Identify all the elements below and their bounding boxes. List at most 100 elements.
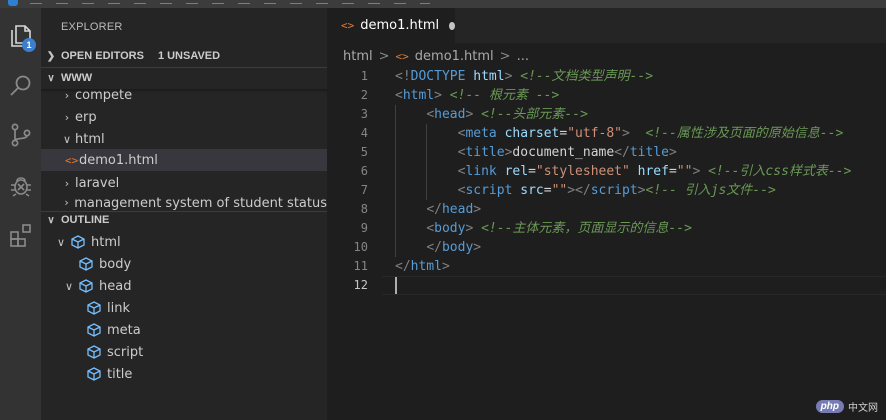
unsaved-badge: 1 — [22, 38, 36, 52]
tree-folder-erp[interactable]: › erp — [41, 106, 327, 128]
code-line[interactable]: 11 </html> — [327, 257, 886, 276]
code-token: body — [434, 221, 466, 236]
code-token: > — [473, 240, 482, 255]
chevron-right-icon: › — [64, 110, 70, 124]
debug-icon[interactable] — [0, 165, 41, 205]
chevron-right-icon: ❯ — [46, 50, 56, 62]
outline-header[interactable]: ∨ OUTLINE — [41, 209, 327, 231]
outline-item-body[interactable]: body — [41, 253, 327, 275]
html-file-icon: <> — [395, 49, 409, 63]
code-token: = — [668, 164, 677, 179]
line-content: </head> — [395, 200, 481, 219]
open-editors-header[interactable]: ❯ OPEN EDITORS 1 UNSAVED — [41, 45, 327, 67]
breadcrumb: html > <> demo1.html > ... — [343, 47, 529, 65]
breadcrumb-file[interactable]: demo1.html — [415, 49, 494, 64]
code-line[interactable]: 7 <script src=""></script><!-- 引入js文件--> — [327, 181, 886, 200]
outline-item-link[interactable]: link — [41, 297, 327, 319]
tree-folder-laravel[interactable]: › laravel — [41, 172, 327, 194]
code-token: title — [465, 145, 505, 160]
chevron-right-icon: › — [64, 88, 70, 102]
line-number: 11 — [353, 259, 368, 273]
code-line[interactable]: 12 — [327, 276, 886, 295]
line-number: 6 — [360, 164, 368, 178]
code-token: charset — [504, 126, 560, 141]
php-logo: php — [815, 400, 844, 413]
symbol-field-icon — [87, 301, 101, 315]
line-number: 9 — [360, 221, 368, 235]
code-line[interactable]: 10 </body> — [327, 238, 886, 257]
symbol-field-icon — [71, 235, 85, 249]
code-token: <!-- 引入js文件--> — [645, 183, 776, 198]
code-token: < — [426, 107, 435, 122]
outline-item-title[interactable]: title — [41, 363, 327, 385]
code-line[interactable]: 9 <body> <!--主体元素，页面显示的信息--> — [327, 219, 886, 238]
line-number: 12 — [353, 278, 368, 292]
code-token: "" — [551, 183, 568, 198]
indent-guide — [426, 143, 428, 162]
indent-guide — [395, 200, 396, 219]
files-icon[interactable]: 1 — [0, 16, 41, 56]
tree-folder-html[interactable]: ∨ html — [41, 128, 327, 150]
code-token: href — [637, 164, 669, 179]
code-token: < — [426, 221, 435, 236]
title-bar — [0, 0, 886, 8]
outline-item-script[interactable]: script — [41, 341, 327, 363]
code-line[interactable]: 3 <head> <!--头部元素--> — [327, 105, 886, 124]
code-line[interactable]: 2 <html> <!-- 根元素 --> — [327, 86, 886, 105]
code-token: rel — [504, 164, 529, 179]
code-token: <!-- 根元素 --> — [449, 88, 560, 103]
code-token: html — [402, 88, 435, 103]
line-content: <script src=""></script><!-- 引入js文件--> — [395, 181, 776, 200]
line-content: <body> <!--主体元素，页面显示的信息--> — [395, 219, 692, 238]
source-control-icon[interactable] — [0, 115, 41, 155]
code-token: <!--主体元素，页面显示的信息--> — [481, 221, 692, 236]
code-line[interactable]: 5 <title>document_name</title> — [327, 143, 886, 162]
unsaved-count: 1 UNSAVED — [157, 50, 221, 62]
search-icon[interactable] — [0, 66, 41, 106]
explorer-title: EXPLORER — [61, 21, 123, 33]
indent-guide — [426, 124, 428, 143]
chevron-right-icon: › — [64, 176, 70, 190]
watermark: php 中文网 — [815, 399, 878, 414]
line-content: </html> — [395, 257, 450, 276]
symbol-field-icon — [87, 367, 101, 381]
tree-folder-compete[interactable]: › compete — [41, 84, 327, 106]
outline-item-head[interactable]: ∨ head — [41, 275, 327, 297]
line-content: </body> — [395, 238, 481, 257]
tab-demo1-html[interactable]: <> demo1.html — [327, 8, 455, 43]
code-line[interactable]: 6 <link rel="stylesheet" href=""> <!--引入… — [327, 162, 886, 181]
outline-item-meta[interactable]: meta — [41, 319, 327, 341]
code-token: "utf-8" — [567, 126, 623, 141]
code-token: document_name — [512, 145, 615, 160]
tree-file-demo1[interactable]: <> demo1.html — [41, 149, 327, 171]
line-content: <!DOCTYPE html> <!--文档类型声明--> — [395, 67, 653, 86]
code-area[interactable]: 1 <!DOCTYPE html> <!--文档类型声明--> 2 <html> <!… — [327, 67, 886, 295]
breadcrumb-folder[interactable]: html — [343, 49, 373, 64]
outline-item-html[interactable]: ∨ html — [41, 231, 327, 253]
code-token: meta — [465, 126, 497, 141]
indent-guide — [395, 105, 396, 124]
code-token: body — [441, 240, 474, 255]
indent-guide — [426, 181, 428, 200]
indent-guide — [426, 162, 428, 181]
title-bar-decoration — [30, 3, 430, 4]
code-token: link — [465, 164, 497, 179]
extensions-icon[interactable] — [0, 215, 41, 255]
code-line[interactable]: 8 </head> — [327, 200, 886, 219]
chevron-down-icon: ∨ — [62, 132, 72, 146]
code-token: > — [473, 202, 482, 217]
activity-bar: 1 — [0, 8, 41, 420]
indent-guide — [395, 162, 396, 181]
html-file-icon: <> — [65, 153, 79, 167]
code-line[interactable]: 4 <meta charset="utf-8"> <!--属性涉及页面的原始信息… — [327, 124, 886, 143]
code-token: head — [434, 107, 466, 122]
unsaved-dot-icon[interactable] — [449, 21, 455, 30]
breadcrumb-separator: > — [378, 48, 390, 64]
code-line[interactable]: 1 <!DOCTYPE html> <!--文档类型声明--> — [327, 67, 886, 86]
sidebar: EXPLORER ❯ OPEN EDITORS 1 UNSAVED ∨ WWW … — [41, 8, 327, 420]
breadcrumb-more[interactable]: ... — [517, 49, 529, 64]
